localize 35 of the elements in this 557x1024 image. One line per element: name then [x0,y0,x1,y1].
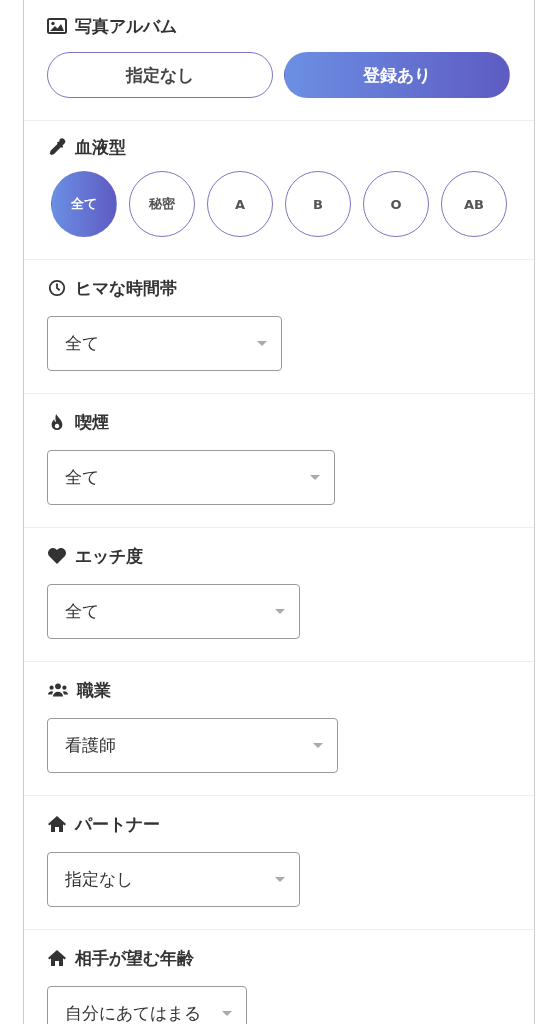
blood-type-button[interactable]: A [207,171,273,237]
dropdown-select[interactable]: 指定なし [47,852,300,907]
section-title: 血液型 [75,135,126,159]
caret-icon [275,609,285,614]
option-button[interactable]: 登録あり [284,52,510,98]
caret-icon [257,341,267,346]
blood-type-button[interactable]: O [363,171,429,237]
section-title: 職業 [77,678,111,702]
caret-icon [222,1011,232,1016]
dropdown-select[interactable]: 看護師 [47,718,338,773]
blood-type-button[interactable]: B [285,171,351,237]
section-title: エッチ度 [75,544,143,568]
section-title: パートナー [75,812,160,836]
section-title: ヒマな時間帯 [75,276,177,300]
dropdown-select[interactable]: 全て [47,316,282,371]
blood-type-button[interactable]: 秘密 [129,171,195,237]
dropdown-select[interactable]: 自分にあてはまる [47,986,247,1024]
section-title: 写真アルバム [75,14,177,38]
blood-type-button[interactable]: 全て [51,171,117,237]
home-icon [47,815,67,833]
users-icon [47,681,69,699]
caret-icon [313,743,323,748]
section-title: 相手が望む年齢 [75,946,194,970]
heart-icon [47,547,67,565]
clock-icon [47,279,67,297]
eyedropper-icon [47,138,67,156]
section-title: 喫煙 [75,410,109,434]
caret-icon [310,475,320,480]
dropdown-select[interactable]: 全て [47,584,300,639]
caret-icon [275,877,285,882]
blood-type-button[interactable]: AB [441,171,507,237]
option-button[interactable]: 指定なし [47,52,273,98]
home-icon [47,949,67,967]
image-icon [47,17,67,35]
dropdown-select[interactable]: 全て [47,450,335,505]
